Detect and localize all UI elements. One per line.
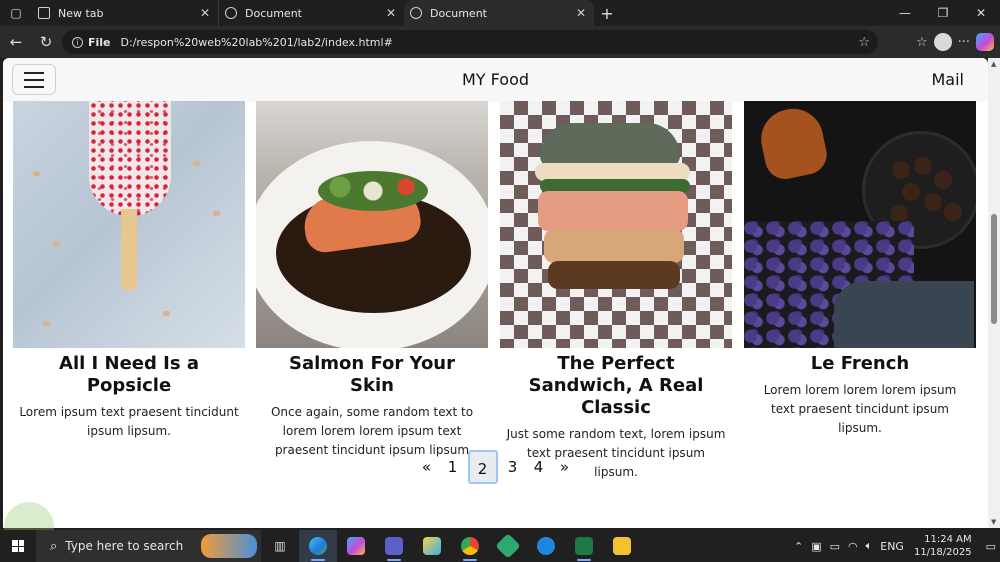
file-explorer-taskbar-icon[interactable] xyxy=(603,530,641,562)
scroll-down-icon[interactable]: ▼ xyxy=(991,518,996,526)
start-button[interactable] xyxy=(0,530,36,562)
french-pastry-image xyxy=(744,101,976,348)
page-scrollbar[interactable]: ▲ ▼ xyxy=(988,58,1000,528)
windows-logo-icon xyxy=(12,540,24,552)
dev-tool-taskbar-icon[interactable] xyxy=(489,530,527,562)
battery-icon[interactable]: ▭ xyxy=(830,540,840,553)
minimize-icon[interactable]: — xyxy=(886,0,924,26)
food-card: Salmon For Your Skin Once again, some ra… xyxy=(256,101,488,460)
mail-link[interactable]: Mail xyxy=(932,70,965,89)
clock-date: 11/18/2025 xyxy=(913,547,972,558)
globe-icon xyxy=(410,7,422,19)
new-tab-button[interactable]: + xyxy=(594,4,620,23)
search-placeholder: Type here to search xyxy=(65,539,184,553)
restore-icon[interactable]: ❐ xyxy=(924,0,962,26)
card-text: Lorem lorem lorem lorem ipsum text praes… xyxy=(763,383,957,435)
card-title: The Perfect Sandwich, A Real Classic xyxy=(528,353,704,418)
favorites-icon[interactable]: ☆ xyxy=(916,35,928,50)
drawing-app-taskbar-icon[interactable] xyxy=(413,530,451,562)
scroll-up-icon[interactable]: ▲ xyxy=(991,60,996,68)
tab-document-1[interactable]: Document ✕ xyxy=(218,0,404,26)
chrome-taskbar-icon[interactable] xyxy=(451,530,489,562)
browser-toolbar: ← ↻ i File D:/respon%20web%20lab%201/lab… xyxy=(0,26,1000,58)
close-icon[interactable]: ✕ xyxy=(386,6,396,20)
pagination-prev[interactable]: « xyxy=(416,450,438,484)
clock-time: 11:24 AM xyxy=(924,534,972,545)
copilot-taskbar-icon[interactable] xyxy=(337,530,375,562)
pagination-page-3[interactable]: 3 xyxy=(502,450,524,484)
teams-taskbar-icon[interactable] xyxy=(375,530,413,562)
copilot-icon[interactable] xyxy=(976,33,994,51)
refresh-icon[interactable]: ↻ xyxy=(32,33,60,51)
globe-icon xyxy=(225,7,237,19)
new-tab-icon xyxy=(38,7,50,19)
pagination: « 1 2 3 4 » xyxy=(3,450,988,484)
address-bar[interactable]: i File D:/respon%20web%20lab%201/lab2/in… xyxy=(62,30,878,54)
close-icon[interactable]: ✕ xyxy=(200,6,210,20)
windows-taskbar: ⌕ Type here to search ▥ ⌃ ▣ ▭ ◠ 🔈︎ ENG 1… xyxy=(0,530,1000,562)
system-tray: ⌃ ▣ ▭ ◠ 🔈︎ ENG 11:24 AM 11/18/2025 ▭ xyxy=(790,530,1000,562)
more-menu-icon[interactable]: ··· xyxy=(958,35,970,50)
back-icon[interactable]: ← xyxy=(2,33,30,51)
card-text: Lorem ipsum text praesent tincidunt ipsu… xyxy=(19,405,239,438)
tab-new-tab[interactable]: New tab ✕ xyxy=(32,0,218,26)
tab-actions-icon[interactable]: ▢ xyxy=(0,0,32,26)
pagination-page-2-active[interactable]: 2 xyxy=(467,450,498,484)
food-card: All I Need Is a Popsicle Lorem ipsum tex… xyxy=(13,101,245,441)
site-navbar: MY Food Mail xyxy=(3,58,988,102)
card-title: Salmon For Your Skin xyxy=(289,353,455,396)
profile-avatar[interactable] xyxy=(933,33,952,51)
window-controls: — ❐ ✕ xyxy=(886,0,1000,26)
close-window-icon[interactable]: ✕ xyxy=(962,0,1000,26)
pagination-page-4[interactable]: 4 xyxy=(528,450,550,484)
page-viewport: MY Food Mail All I Need Is a Popsicle Lo… xyxy=(3,58,988,528)
scrollbar-thumb[interactable] xyxy=(991,214,997,324)
tab-title: Document xyxy=(245,6,302,20)
food-card: The Perfect Sandwich, A Real Classic Jus… xyxy=(500,101,732,482)
search-highlight-image xyxy=(201,534,257,558)
favorite-star-icon[interactable]: ☆ xyxy=(858,35,870,50)
notification-icon[interactable]: ▭ xyxy=(986,540,996,553)
pagination-next[interactable]: » xyxy=(554,450,576,484)
card-title: All I Need Is a Popsicle xyxy=(59,353,199,396)
close-icon[interactable]: ✕ xyxy=(576,6,586,20)
sandwich-image xyxy=(500,101,732,348)
camera-icon[interactable]: ▣ xyxy=(811,540,821,553)
card-title: Le French xyxy=(810,353,910,374)
edge-taskbar-icon[interactable] xyxy=(299,530,337,562)
address-scheme: File xyxy=(88,35,111,49)
food-card: Le French Lorem lorem lorem lorem ipsum … xyxy=(744,101,976,438)
toolbar-right: ☆ ··· xyxy=(916,26,994,58)
taskbar-search[interactable]: ⌕ Type here to search xyxy=(36,530,261,562)
wifi-icon[interactable]: ◠ xyxy=(848,540,858,553)
media-app-taskbar-icon[interactable] xyxy=(527,530,565,562)
tab-title: New tab xyxy=(58,6,104,20)
task-view-icon[interactable]: ▥ xyxy=(261,530,299,562)
browser-tab-strip: ▢ New tab ✕ Document ✕ Document ✕ + — ❐ … xyxy=(0,0,1000,26)
clock[interactable]: 11:24 AM 11/18/2025 xyxy=(914,533,972,559)
tab-title: Document xyxy=(430,6,487,20)
site-brand[interactable]: MY Food xyxy=(3,70,988,89)
salmon-image xyxy=(256,101,488,348)
address-url[interactable]: D:/respon%20web%20lab%201/lab2/index.htm… xyxy=(121,36,393,49)
search-icon: ⌕ xyxy=(50,538,58,554)
tab-document-2-active[interactable]: Document ✕ xyxy=(404,0,594,26)
chevron-up-icon[interactable]: ⌃ xyxy=(794,540,803,553)
language-indicator[interactable]: ENG xyxy=(880,540,904,553)
excel-taskbar-icon[interactable] xyxy=(565,530,603,562)
pagination-page-1[interactable]: 1 xyxy=(442,450,464,484)
volume-icon[interactable]: 🔈︎ xyxy=(866,539,873,553)
info-icon[interactable]: i xyxy=(72,36,83,48)
popsicle-image xyxy=(13,101,245,348)
